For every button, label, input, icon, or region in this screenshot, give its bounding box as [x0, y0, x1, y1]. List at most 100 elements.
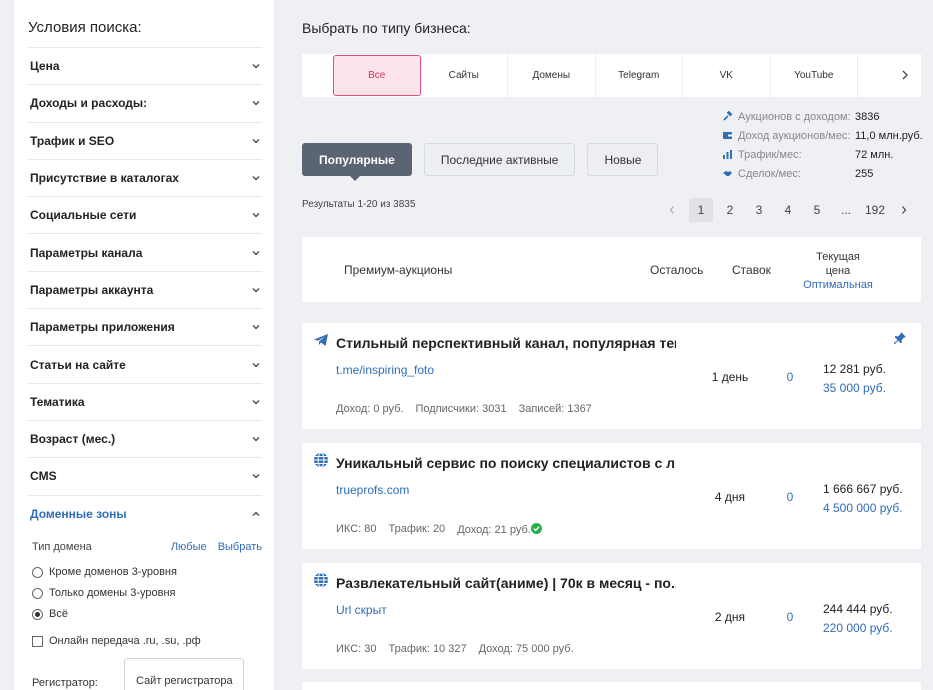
page-1[interactable]: 1	[689, 198, 713, 222]
chevron-down-icon	[252, 62, 260, 70]
radio-all[interactable]: Всё	[32, 604, 262, 625]
radio-button[interactable]	[32, 587, 43, 599]
card-remain: 1 день	[711, 370, 749, 384]
filter-traffic-seo[interactable]: Трафик и SEO	[28, 121, 262, 159]
pin-icon[interactable]	[893, 331, 907, 345]
registrar-label: Регистратор:	[32, 676, 98, 689]
meta-item: Доход: 75 000 руб.	[478, 643, 574, 655]
filter-label: Параметры приложения	[30, 320, 175, 335]
filter-catalogs[interactable]: Присутствие в каталогах	[28, 158, 262, 196]
filter-domain-zones[interactable]: Доменные зоны	[28, 494, 262, 532]
next-card-edge	[302, 682, 921, 690]
tab-all[interactable]: Все	[333, 55, 421, 96]
card-title[interactable]: Уникальный сервис по поиску специалистов…	[336, 455, 676, 471]
radio-only-3rd-level[interactable]: Только домены 3-уровня	[32, 583, 262, 604]
filter-site-articles[interactable]: Статьи на сайте	[28, 345, 262, 382]
card-meta: Доход: 0 руб. Подписчики: 3031 Записей: …	[336, 403, 604, 415]
page-3[interactable]: 3	[747, 198, 771, 222]
page-2[interactable]: 2	[718, 198, 742, 222]
auction-card[interactable]: Развлекательный сайт(аниме) | 70к в меся…	[302, 563, 921, 669]
filter-price[interactable]: Цена	[28, 47, 262, 84]
radio-label: Кроме доменов 3-уровня	[49, 566, 177, 579]
sort-popular[interactable]: Популярные	[302, 143, 412, 181]
filter-cms[interactable]: CMS	[28, 457, 262, 494]
tab-vk[interactable]: VK	[683, 54, 771, 97]
col-price-line1: Текущая	[816, 251, 860, 263]
card-price: 244 444 руб. 220 000 руб.	[823, 600, 893, 638]
filter-label: Присутствие в каталогах	[30, 171, 179, 186]
filter-label: Цена	[30, 59, 60, 74]
col-remain[interactable]: Осталось	[650, 263, 703, 277]
card-bids[interactable]: 0	[780, 610, 800, 624]
sort-recent-active[interactable]: Последние активные	[423, 143, 576, 176]
meta-item: Доход: 21 руб.	[457, 524, 531, 536]
bar-chart-icon	[722, 149, 734, 160]
chevron-down-icon	[252, 472, 260, 480]
domain-any-link[interactable]: Любые	[171, 541, 207, 553]
card-title[interactable]: Развлекательный сайт(аниме) | 70к в меся…	[336, 575, 676, 591]
tab-youtube[interactable]: YouTube	[771, 54, 858, 97]
card-bids[interactable]: 0	[780, 490, 800, 504]
tab-sites[interactable]: Сайты	[421, 54, 508, 97]
domain-choose-link[interactable]: Выбрать	[218, 541, 262, 553]
meta-item: ИКС: 30	[336, 643, 377, 655]
stat-value: 255	[855, 167, 874, 180]
sidebar-title: Условия поиска:	[28, 19, 142, 36]
card-link[interactable]: Url скрыт	[336, 603, 387, 617]
registrar-input[interactable]: Сайт регистратора	[124, 657, 244, 690]
card-meta: ИКС: 30 Трафик: 10 327 Доход: 75 000 руб…	[336, 643, 586, 655]
filter-label: Доходы и расходы:	[30, 96, 148, 111]
optimal-price[interactable]: 220 000 руб.	[823, 619, 893, 638]
radio-except-3rd-level[interactable]: Кроме доменов 3-уровня	[32, 562, 262, 583]
page-5[interactable]: 5	[805, 198, 829, 222]
chevron-down-icon	[252, 435, 260, 443]
page-192[interactable]: 192	[863, 198, 887, 222]
checkbox-label: Онлайн передача .ru, .su, .рф	[49, 635, 201, 648]
card-title[interactable]: Стильный перспективный канал, популярная…	[336, 335, 676, 351]
card-link[interactable]: trueprofs.com	[336, 483, 409, 497]
meta-item: Доход: 0 руб.	[336, 403, 404, 415]
handshake-icon	[722, 168, 734, 179]
card-bids[interactable]: 0	[780, 370, 800, 384]
stat-label: Доход аукционов/мес:	[738, 129, 851, 142]
col-bids[interactable]: Ставок	[732, 263, 771, 277]
radio-button-selected[interactable]	[32, 608, 43, 620]
card-link[interactable]: t.me/inspiring_foto	[336, 363, 434, 377]
col-price-line2: цена	[825, 265, 851, 277]
sort-new[interactable]: Новые	[587, 143, 659, 176]
page-4[interactable]: 4	[776, 198, 800, 222]
search-filters-sidebar: Условия поиска: Цена Доходы и расходы: Т…	[14, 0, 274, 690]
chevron-right-icon[interactable]	[901, 68, 909, 80]
business-type-tabs: Все Сайты Домены Telegram VK YouTube	[302, 54, 921, 97]
auction-card[interactable]: Уникальный сервис по поиску специалистов…	[302, 443, 921, 549]
tab-telegram[interactable]: Telegram	[596, 54, 683, 97]
filter-channel-params[interactable]: Параметры канала	[28, 233, 262, 270]
filter-topic[interactable]: Тематика	[28, 382, 262, 420]
chevron-up-icon	[252, 510, 260, 518]
optimal-price[interactable]: 4 500 000 руб.	[823, 499, 903, 518]
filter-age[interactable]: Возраст (мес.)	[28, 419, 262, 457]
meta-item: Трафик: 10 327	[388, 643, 467, 655]
filter-app-params[interactable]: Параметры приложения	[28, 308, 262, 345]
checkbox[interactable]	[32, 635, 43, 647]
filter-label: Доменные зоны	[30, 506, 127, 521]
chevron-down-icon	[252, 99, 260, 107]
telegram-icon	[313, 332, 329, 348]
col-price-optimal[interactable]: Оптимальная	[798, 278, 878, 292]
col-price[interactable]: Текущая цена Оптимальная	[798, 250, 878, 292]
optimal-price[interactable]: 35 000 руб.	[823, 379, 886, 398]
chevron-left-icon[interactable]	[660, 198, 684, 222]
filter-income-expenses[interactable]: Доходы и расходы:	[28, 84, 262, 121]
col-premium: Премиум-аукционы	[344, 263, 453, 277]
domain-type-label: Тип домена	[32, 540, 92, 553]
online-transfer-checkbox-row[interactable]: Онлайн передача .ru, .su, .рф	[32, 631, 262, 652]
stat-label: Сделок/мес:	[738, 167, 801, 180]
chevron-right-icon[interactable]	[892, 198, 916, 222]
radio-label: Только домены 3-уровня	[49, 587, 176, 600]
chevron-down-icon	[252, 174, 260, 182]
filter-social[interactable]: Социальные сети	[28, 196, 262, 233]
tab-domains[interactable]: Домены	[508, 54, 596, 97]
auction-card[interactable]: Стильный перспективный канал, популярная…	[302, 323, 921, 429]
radio-button[interactable]	[32, 566, 43, 578]
filter-account-params[interactable]: Параметры аккаунта	[28, 270, 262, 308]
